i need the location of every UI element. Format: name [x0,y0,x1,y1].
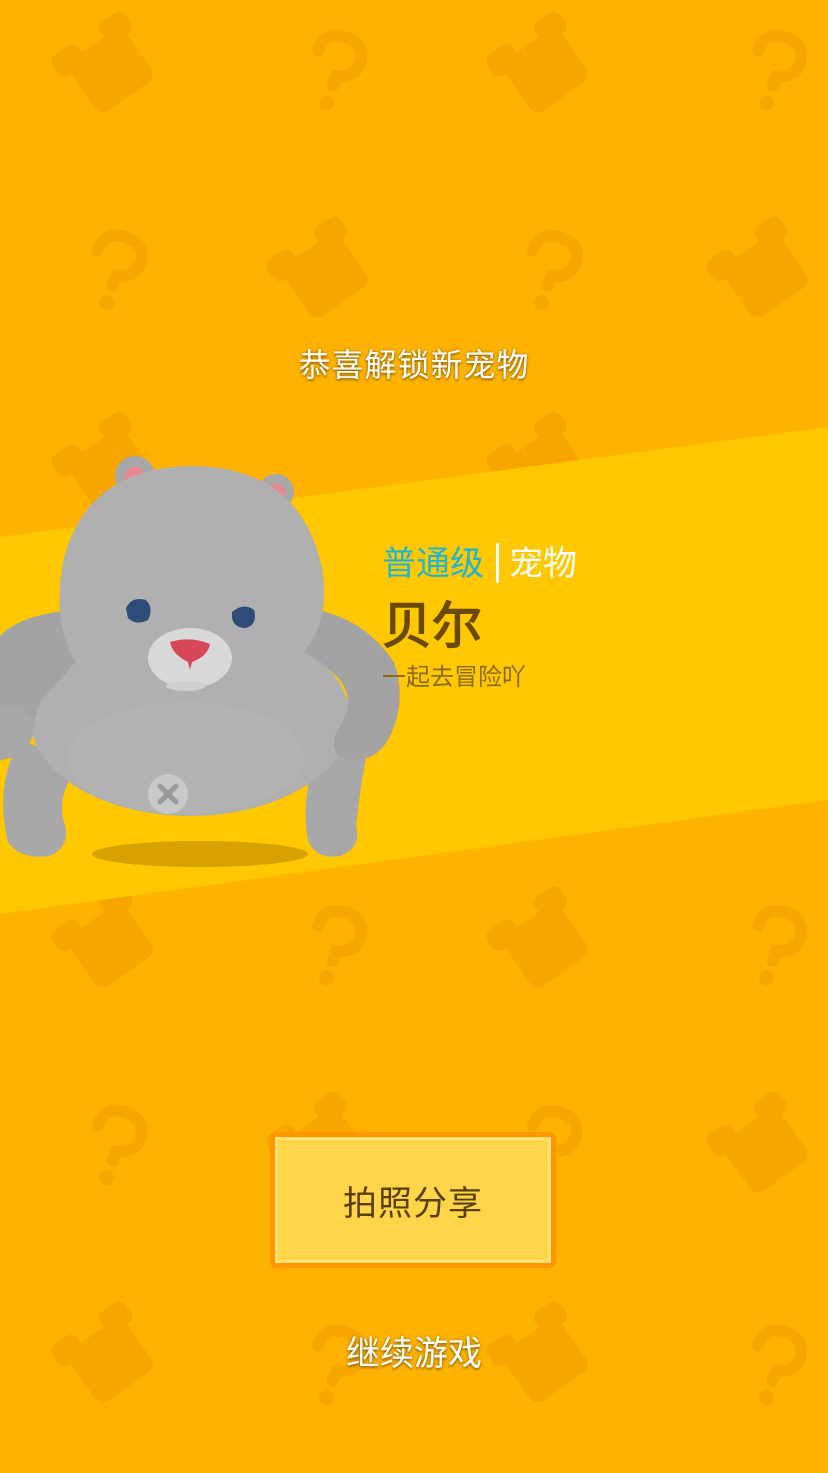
divider [496,542,499,583]
pet-tagline: 一起去冒险吖 [382,663,526,691]
page-title: 恭喜解锁新宠物 [298,346,530,384]
gray-bear-icon [0,456,400,867]
pet-info: 普通级 宠物 贝尔 一起去冒险吖 [382,540,802,694]
pet-category: 普通级 宠物 [382,540,802,588]
share-photo-button[interactable]: 拍照分享 [270,1132,556,1268]
continue-game-button[interactable]: 继续游戏 [0,1326,828,1375]
unlock-pet-screen: 恭喜解锁新宠物 普通级 宠物 贝尔 一起去冒险吖 拍照分享 继续游戏 [0,0,828,1473]
pet-type: 宠物 [509,544,577,584]
pet-rank: 普通级 [382,544,484,584]
pet-name: 贝尔 [382,597,482,655]
